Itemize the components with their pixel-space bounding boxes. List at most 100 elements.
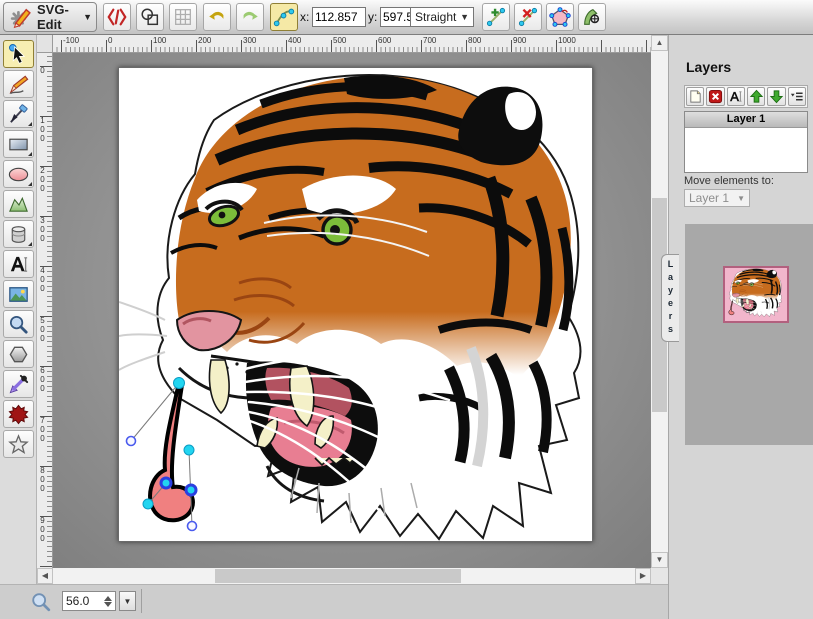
move-elements-value: Layer 1 (689, 191, 729, 205)
tiger-illustration[interactable] (119, 75, 580, 539)
redo-icon (239, 6, 261, 28)
delete-layer-button[interactable] (706, 87, 724, 106)
scroll-right-button[interactable]: ▶ (635, 568, 651, 584)
grid-button[interactable] (169, 3, 197, 31)
workspace[interactable] (53, 53, 651, 568)
tool-pencil[interactable] (3, 70, 34, 98)
tool-polygon[interactable] (3, 340, 34, 368)
tool-select[interactable] (3, 40, 34, 68)
scroll-left-button[interactable]: ◀ (37, 568, 53, 584)
main-toolbar: SVG-Edit ▼ (0, 0, 813, 35)
align-to-page-button[interactable] (578, 3, 606, 31)
move-layer-up-button[interactable] (747, 87, 765, 106)
tool-rectangle[interactable] (3, 130, 34, 158)
path-node[interactable] (143, 499, 153, 509)
horizontal-scrollbar[interactable]: ◀ ▶ (37, 568, 651, 584)
v-ruler-label: 500 (38, 316, 46, 343)
pencil-tool-icon (7, 73, 30, 96)
ruler-corner (37, 35, 53, 53)
edit-node-tool-button[interactable] (270, 3, 298, 31)
tool-foreign-object[interactable] (3, 400, 34, 428)
path-node[interactable] (184, 445, 194, 455)
undo-button[interactable] (203, 3, 231, 31)
preview-block (685, 224, 813, 445)
y-coordinate-label: y: (368, 10, 377, 24)
new-layer-icon (688, 89, 703, 104)
ellipse-tool-icon (7, 163, 30, 186)
control-handle[interactable] (127, 437, 136, 446)
eyedropper-tool-icon (7, 373, 30, 396)
zoom-preset-dropdown[interactable]: ▼ (119, 591, 136, 611)
layers-panel-title: Layers (686, 59, 731, 75)
horizontal-scroll-thumb[interactable] (215, 569, 461, 583)
thumbnail-artwork (725, 268, 783, 317)
x-coordinate-input[interactable] (312, 7, 366, 27)
image-tool-icon (7, 283, 30, 306)
path-node[interactable] (174, 378, 185, 389)
delete-node-button[interactable] (514, 3, 542, 31)
side-panel-handle-button[interactable] (788, 87, 806, 106)
tool-ellipse[interactable] (3, 160, 34, 188)
selected-path-node[interactable] (161, 478, 171, 488)
redo-button[interactable] (236, 3, 264, 31)
scroll-down-button[interactable]: ▼ (651, 552, 668, 568)
add-node-icon (485, 6, 507, 28)
left-arrow-icon: ◀ (42, 572, 48, 580)
svg-edit-app: SVG-Edit ▼ (0, 0, 813, 619)
select-tool-icon (7, 43, 30, 66)
open-close-path-icon (549, 6, 571, 28)
rename-layer-button[interactable] (727, 87, 745, 106)
tool-zoom[interactable] (3, 310, 34, 338)
flyout-arrow-icon (28, 152, 32, 156)
rename-layer-icon (728, 89, 743, 104)
layers-side-tab[interactable]: Layers (661, 254, 679, 342)
tool-shape-library[interactable] (3, 220, 34, 248)
scroll-up-button[interactable]: ▲ (651, 35, 668, 51)
tool-text[interactable] (3, 250, 34, 278)
arrow-up-icon (749, 89, 764, 104)
grid-icon (172, 6, 194, 28)
line-tool-icon (7, 103, 30, 126)
down-arrow-icon: ▼ (656, 556, 664, 564)
new-layer-button[interactable] (686, 87, 704, 106)
control-handle[interactable] (188, 522, 197, 531)
path-tool-icon (7, 193, 30, 216)
canvas-thumbnail[interactable] (723, 266, 789, 323)
star-tool-icon (7, 433, 30, 456)
main-menu-button[interactable]: SVG-Edit ▼ (3, 2, 97, 32)
zoom-level-input[interactable]: 56.0 (62, 591, 116, 611)
v-ruler-label: 100 (38, 116, 46, 143)
v-ruler: 0100200300400500600700800900 (37, 53, 53, 568)
segment-type-select[interactable]: Straight ▼ (410, 7, 474, 27)
selected-path-node[interactable] (186, 485, 196, 495)
svg-source-icon (106, 6, 128, 28)
tool-eyedropper[interactable] (3, 370, 34, 398)
document-properties-button[interactable] (136, 3, 164, 31)
svg-source-button[interactable] (103, 3, 131, 31)
drawing-canvas[interactable] (118, 67, 593, 542)
v-ruler-label: 700 (38, 416, 46, 443)
v-ruler-label: 200 (38, 166, 46, 193)
layer-list[interactable]: Layer 1 (684, 111, 808, 173)
spinner-icon[interactable] (104, 596, 112, 607)
segment-type-value: Straight (415, 10, 456, 24)
tool-path[interactable] (3, 190, 34, 218)
layer-row-active[interactable]: Layer 1 (685, 112, 807, 128)
tool-line[interactable] (3, 100, 34, 128)
scrollbar-corner (651, 568, 668, 584)
flyout-arrow-icon (28, 182, 32, 186)
tool-image[interactable] (3, 280, 34, 308)
open-close-path-button[interactable] (546, 3, 574, 31)
move-elements-select[interactable]: Layer 1 ▼ (684, 189, 750, 207)
v-ruler-label: 600 (38, 366, 46, 393)
v-ruler-label: 400 (38, 266, 46, 293)
right-arrow-icon: ▶ (640, 572, 646, 580)
dropdown-caret-icon: ▼ (124, 597, 132, 606)
up-arrow-icon: ▲ (656, 39, 664, 47)
v-ruler-label: 800 (38, 466, 46, 493)
tool-star[interactable] (3, 430, 34, 458)
add-node-button[interactable] (482, 3, 510, 31)
h-ruler-label: 400 (288, 36, 301, 45)
move-layer-down-button[interactable] (767, 87, 785, 106)
polygon-tool-icon (7, 343, 30, 366)
